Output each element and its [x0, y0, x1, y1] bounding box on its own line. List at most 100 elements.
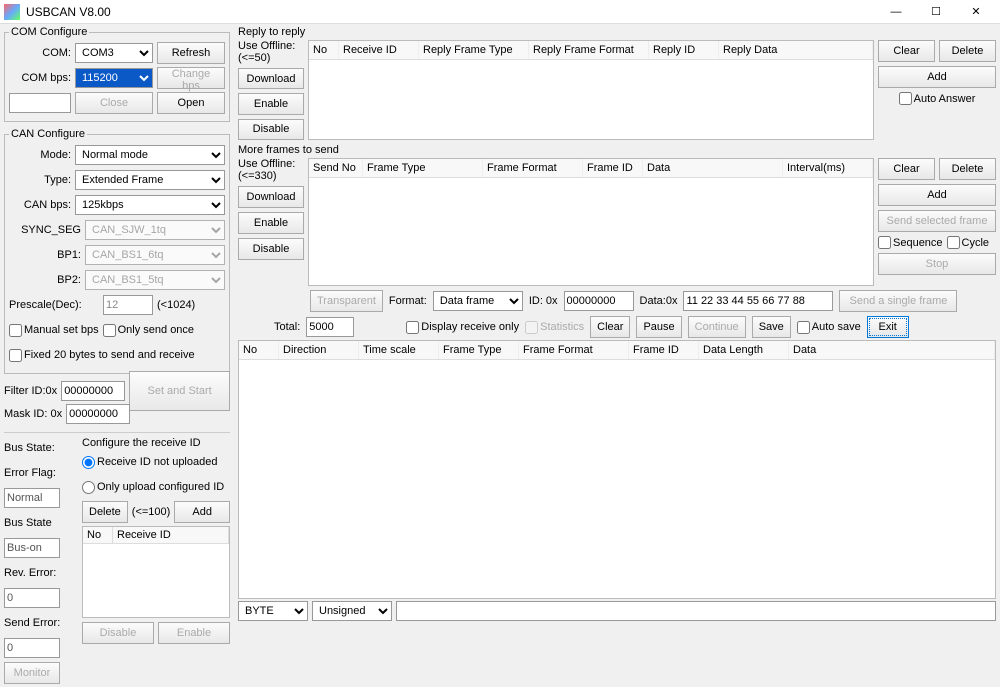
transparent-button[interactable]: Transparent	[310, 290, 383, 312]
reply-add-button[interactable]: Add	[878, 66, 996, 88]
reply-delete-button[interactable]: Delete	[939, 40, 996, 62]
mf-disable-button[interactable]: Disable	[238, 238, 304, 260]
mon-col-dl: Data Length	[699, 341, 789, 359]
bus-state-label: Bus State:	[4, 442, 55, 454]
auto-save-checkbox[interactable]: Auto save	[797, 321, 861, 334]
send-selected-button[interactable]: Send selected frame	[878, 210, 996, 232]
pause-button[interactable]: Pause	[636, 316, 681, 338]
receive-id-config-label: Configure the receive ID	[82, 437, 230, 449]
mf-delete-button[interactable]: Delete	[939, 158, 996, 180]
prescale-hint: (<1024)	[157, 299, 195, 311]
com-port-select[interactable]: COM3	[75, 43, 153, 63]
maximize-button[interactable]: ☐	[916, 1, 956, 23]
error-flag-label: Error Flag:	[4, 467, 56, 479]
status-output	[396, 601, 996, 621]
com-bps-select[interactable]: 115200	[75, 68, 153, 88]
total-label: Total:	[274, 321, 300, 333]
continue-button[interactable]: Continue	[688, 316, 746, 338]
reply-col-recvid: Receive ID	[339, 41, 419, 59]
send-single-button[interactable]: Send a single frame	[839, 290, 957, 312]
type-select[interactable]: Extended Frame	[75, 170, 225, 190]
col-no: No	[83, 527, 113, 543]
monitor-clear-button[interactable]: Clear	[590, 316, 630, 338]
mf-add-button[interactable]: Add	[878, 184, 996, 206]
recv-enable-button[interactable]: Enable	[158, 622, 230, 644]
moreframes-grid[interactable]: Send No Frame Type Frame Format Frame ID…	[308, 158, 874, 286]
recv-not-uploaded-radio[interactable]: Receive ID not uploaded	[82, 456, 217, 469]
mon-col-ts: Time scale	[359, 341, 439, 359]
reply-download-button[interactable]: Download	[238, 68, 304, 89]
close-window-button[interactable]: ✕	[956, 1, 996, 23]
monitor-grid[interactable]: No Direction Time scale Frame Type Frame…	[238, 340, 996, 599]
recv-limit-hint: (<=100)	[132, 506, 171, 518]
mf-download-button[interactable]: Download	[238, 186, 304, 208]
mf-col-ft: Frame Type	[363, 159, 483, 177]
format-label: Format:	[389, 295, 427, 307]
sequence-checkbox[interactable]: Sequence	[878, 236, 943, 249]
com-label: COM:	[9, 47, 71, 59]
reply-clear-button[interactable]: Clear	[878, 40, 935, 62]
only-upload-radio[interactable]: Only upload configured ID	[82, 481, 224, 494]
sync-label: SYNC_SEG	[9, 224, 81, 236]
prescale-label: Prescale(Dec):	[9, 299, 99, 311]
mask-id-label: Mask ID: 0x	[4, 408, 62, 420]
id-input[interactable]	[564, 291, 634, 311]
send-error-label: Send Error:	[4, 617, 60, 629]
com-extra-input[interactable]	[9, 93, 71, 113]
receive-id-list[interactable]: No Receive ID	[82, 526, 230, 618]
moreframes-legend: More frames to send	[238, 144, 996, 156]
app-icon	[4, 4, 20, 20]
mon-col-fid: Frame ID	[629, 341, 699, 359]
exit-button[interactable]: Exit	[867, 316, 909, 338]
only-send-once-checkbox[interactable]: Only send once	[103, 324, 194, 337]
monitor-button[interactable]: Monitor	[4, 662, 60, 684]
recv-delete-button[interactable]: Delete	[82, 501, 128, 523]
sign-select[interactable]: Unsigned	[312, 601, 392, 621]
close-com-button[interactable]: Close	[75, 92, 153, 114]
reply-enable-button[interactable]: Enable	[238, 93, 304, 114]
window-title: USBCAN V8.00	[26, 5, 876, 19]
save-button[interactable]: Save	[752, 316, 791, 338]
open-com-button[interactable]: Open	[157, 92, 225, 114]
mon-col-no: No	[239, 341, 279, 359]
display-receive-checkbox[interactable]: Display receive only	[406, 321, 519, 334]
bp2-label: BP2:	[9, 274, 81, 286]
reply-disable-button[interactable]: Disable	[238, 119, 304, 140]
cycle-checkbox[interactable]: Cycle	[947, 236, 990, 249]
auto-answer-checkbox[interactable]: Auto Answer	[878, 92, 996, 105]
refresh-button[interactable]: Refresh	[157, 42, 225, 64]
byte-select[interactable]: BYTE	[238, 601, 308, 621]
com-bps-label: COM bps:	[9, 72, 71, 84]
format-select[interactable]: Data frame	[433, 291, 523, 311]
can-bps-select[interactable]: 125kbps	[75, 195, 225, 215]
mf-enable-button[interactable]: Enable	[238, 212, 304, 234]
mask-id-input[interactable]	[66, 404, 130, 424]
filter-id-input[interactable]	[61, 381, 125, 401]
mon-col-ff: Frame Format	[519, 341, 629, 359]
com-configure-legend: COM Configure	[9, 26, 89, 38]
recv-add-button[interactable]: Add	[174, 501, 230, 523]
reply-col-rdata: Reply Data	[719, 41, 873, 59]
mf-col-ff: Frame Format	[483, 159, 583, 177]
reply-col-rft: Reply Frame Type	[419, 41, 529, 59]
mf-clear-button[interactable]: Clear	[878, 158, 935, 180]
manual-bps-checkbox[interactable]: Manual set bps	[9, 324, 99, 337]
mf-col-data: Data	[643, 159, 783, 177]
reply-grid[interactable]: No Receive ID Reply Frame Type Reply Fra…	[308, 40, 874, 140]
bus-state-value	[4, 538, 60, 558]
mon-col-dir: Direction	[279, 341, 359, 359]
minimize-button[interactable]: —	[876, 1, 916, 23]
can-bps-label: CAN bps:	[9, 199, 71, 211]
stop-button[interactable]: Stop	[878, 253, 996, 275]
mf-offline-label: Use Offline:	[238, 158, 295, 170]
mode-select[interactable]: Normal mode	[75, 145, 225, 165]
data-input[interactable]	[683, 291, 833, 311]
fixed20-checkbox[interactable]: Fixed 20 bytes to send and receive	[9, 349, 195, 362]
rev-error-label: Rev. Error:	[4, 567, 56, 579]
reply-col-rid: Reply ID	[649, 41, 719, 59]
recv-disable-button[interactable]: Disable	[82, 622, 154, 644]
change-bps-button[interactable]: Change bps	[157, 67, 225, 89]
bus-state2-label: Bus State	[4, 517, 52, 529]
total-input[interactable]	[306, 317, 354, 337]
mon-col-ft: Frame Type	[439, 341, 519, 359]
